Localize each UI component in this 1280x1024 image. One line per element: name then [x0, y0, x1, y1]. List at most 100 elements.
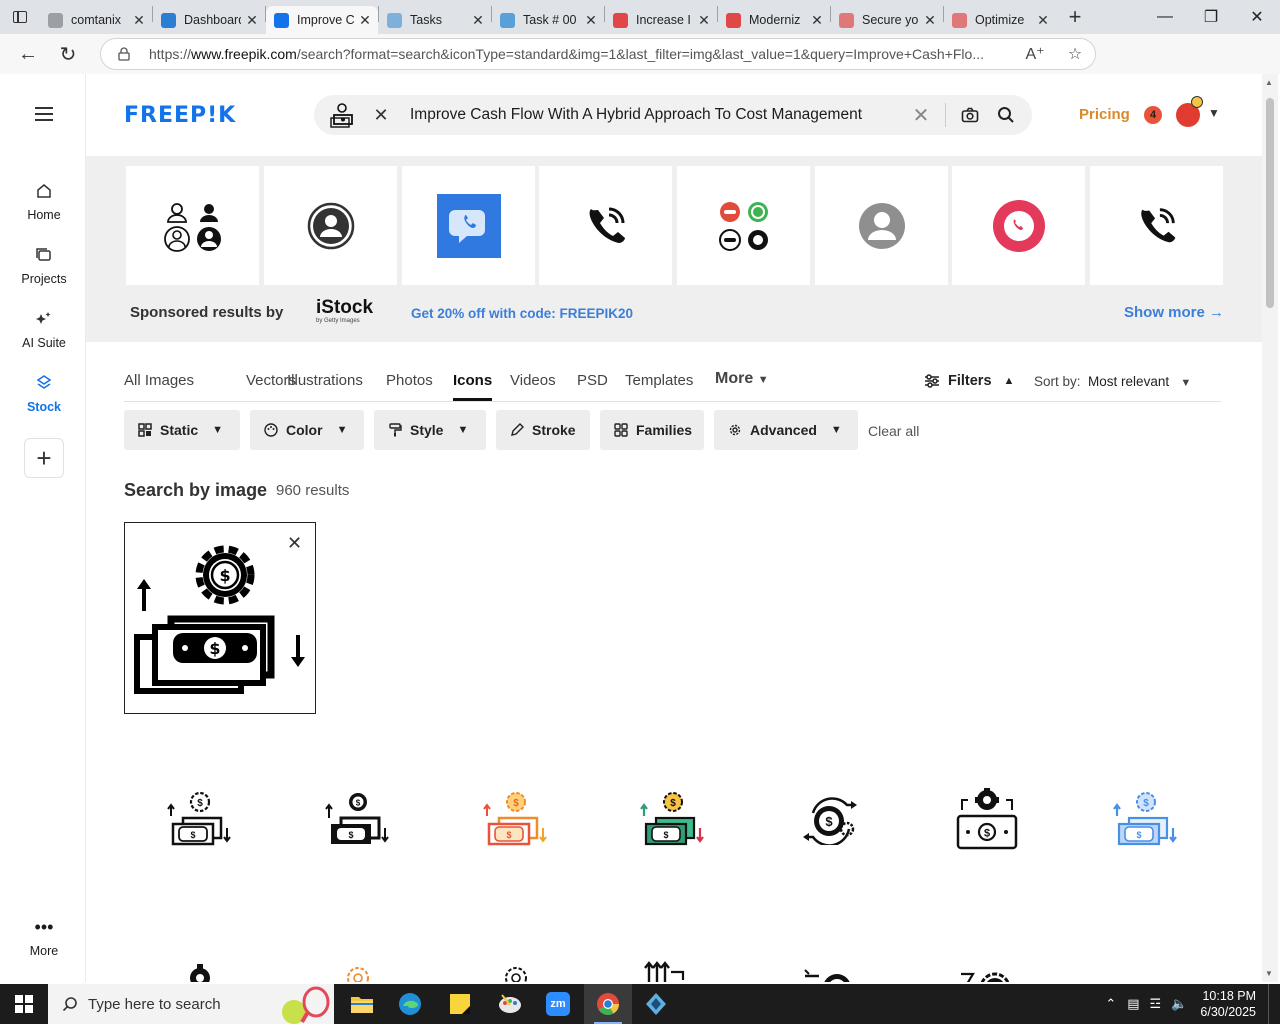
- taskbar-chrome[interactable]: [584, 984, 632, 1024]
- result-icon-card[interactable]: $ $: [623, 780, 723, 860]
- network-icon[interactable]: ▤: [1122, 996, 1144, 1012]
- tab-templates[interactable]: Templates: [625, 372, 693, 389]
- scrollbar-thumb[interactable]: [1266, 98, 1274, 308]
- sponsored-card[interactable]: [815, 166, 948, 285]
- add-button[interactable]: +: [24, 438, 64, 478]
- sponsored-card[interactable]: [539, 166, 672, 285]
- sponsored-card[interactable]: [264, 166, 397, 285]
- filter-style[interactable]: Style ▼: [374, 410, 486, 450]
- search-image-thumbnail[interactable]: [322, 99, 362, 131]
- tab-close-icon[interactable]: ✕: [358, 13, 372, 27]
- search-query-text[interactable]: Improve Cash Flow With A Hybrid Approach…: [394, 106, 903, 124]
- tab-more[interactable]: More ▼: [715, 370, 769, 388]
- tab-psd[interactable]: PSD: [577, 372, 608, 389]
- browser-tab[interactable]: Secure yo ✕: [831, 6, 943, 34]
- sponsored-card[interactable]: [677, 166, 810, 285]
- minimize-button[interactable]: —: [1142, 0, 1188, 34]
- show-more-link[interactable]: Show more →: [1124, 304, 1224, 321]
- browser-tab[interactable]: Dashboard ✕: [153, 6, 265, 34]
- sidebar-item-ai-suite[interactable]: AI Suite: [2, 308, 86, 350]
- read-aloud-icon[interactable]: A⁺: [1015, 44, 1055, 64]
- sidebar-item-stock[interactable]: Stock: [2, 372, 86, 414]
- result-icon-card[interactable]: $: [937, 942, 1037, 982]
- filter-stroke[interactable]: Stroke: [496, 410, 590, 450]
- sidebar-item-home[interactable]: Home: [2, 180, 86, 222]
- filter-advanced[interactable]: Advanced ▼: [714, 410, 858, 450]
- tab-close-icon[interactable]: ✕: [584, 13, 598, 27]
- tab-close-icon[interactable]: ✕: [810, 13, 824, 27]
- tab-close-icon[interactable]: ✕: [471, 13, 485, 27]
- pricing-link[interactable]: Pricing: [1079, 106, 1130, 123]
- taskbar-zoom[interactable]: zm: [534, 984, 582, 1024]
- tab-close-icon[interactable]: ✕: [245, 13, 259, 27]
- taskbar-file-explorer[interactable]: [338, 984, 386, 1024]
- back-button[interactable]: ←: [8, 34, 48, 74]
- sponsored-card[interactable]: [1090, 166, 1223, 285]
- sponsored-card[interactable]: [126, 166, 259, 285]
- taskbar-edge[interactable]: [386, 984, 434, 1024]
- istock-logo[interactable]: iStock: [316, 297, 373, 319]
- result-icon-card[interactable]: $ $: [466, 780, 566, 860]
- chevron-down-icon[interactable]: ▼: [1208, 106, 1220, 120]
- result-icon-card[interactable]: $: [781, 780, 881, 860]
- refresh-button[interactable]: ↻: [48, 34, 88, 74]
- close-window-button[interactable]: ✕: [1234, 0, 1280, 34]
- freepik-logo[interactable]: FREEP!K: [124, 101, 236, 129]
- notification-badge[interactable]: 4: [1144, 106, 1162, 124]
- filters-toggle-button[interactable]: Filters ▲: [924, 373, 1014, 389]
- address-bar[interactable]: https://www.freepik.com/search?format=se…: [100, 38, 1096, 70]
- browser-tab[interactable]: comtanix ✕: [40, 6, 152, 34]
- browser-tab[interactable]: Optimize ✕: [944, 6, 1056, 34]
- result-icon-card[interactable]: [308, 942, 408, 982]
- wifi-icon[interactable]: ☲: [1145, 996, 1167, 1012]
- search-icon[interactable]: [988, 106, 1024, 124]
- sidebar-item-more[interactable]: ••• More: [2, 916, 86, 959]
- result-icon-card[interactable]: $ $: [308, 780, 408, 860]
- tab-all-images[interactable]: All Images: [124, 372, 194, 389]
- workspaces-button[interactable]: [0, 0, 40, 34]
- browser-tab[interactable]: Moderniz ✕: [718, 6, 830, 34]
- result-icon-card[interactable]: [1096, 942, 1196, 982]
- result-icon-card[interactable]: $: [623, 942, 723, 982]
- result-icon-card[interactable]: $ $: [1096, 780, 1196, 860]
- result-icon-card[interactable]: $ $: [150, 780, 250, 860]
- taskbar-search[interactable]: Type here to search: [48, 984, 334, 1024]
- sort-dropdown[interactable]: Sort by: Most relevant ▼: [1034, 374, 1191, 389]
- tab-close-icon[interactable]: ✕: [132, 13, 146, 27]
- tab-videos[interactable]: Videos: [510, 372, 556, 389]
- result-icon-card[interactable]: [150, 942, 250, 982]
- tab-close-icon[interactable]: ✕: [923, 13, 937, 27]
- scroll-up-arrow[interactable]: ▲: [1265, 78, 1273, 87]
- sponsored-card[interactable]: [952, 166, 1085, 285]
- browser-tab[interactable]: Tasks ✕: [379, 6, 491, 34]
- start-button[interactable]: [0, 984, 48, 1024]
- notifications-icon[interactable]: [1268, 984, 1280, 1024]
- hamburger-menu-icon[interactable]: [35, 107, 53, 121]
- tray-chevron-up-icon[interactable]: ⌃: [1099, 996, 1122, 1012]
- camera-search-icon[interactable]: [952, 107, 988, 123]
- clear-all-link[interactable]: Clear all: [868, 423, 919, 439]
- taskbar-paint[interactable]: [486, 984, 534, 1024]
- filter-static[interactable]: Static ▼: [124, 410, 240, 450]
- favorite-star-icon[interactable]: ☆: [1055, 44, 1095, 64]
- tab-illustrations[interactable]: Illustrations: [287, 372, 363, 389]
- page-scrollbar[interactable]: ▲ ▼: [1262, 74, 1278, 982]
- new-tab-button[interactable]: +: [1056, 0, 1094, 34]
- taskbar-sticky-notes[interactable]: [436, 984, 484, 1024]
- filter-color[interactable]: Color ▼: [250, 410, 364, 450]
- browser-tab[interactable]: Task # 00 ✕: [492, 6, 604, 34]
- tab-icons[interactable]: Icons: [453, 372, 493, 401]
- close-reference-icon[interactable]: ✕: [287, 533, 302, 554]
- clear-search-icon[interactable]: ✕: [903, 103, 939, 128]
- sidebar-item-projects[interactable]: Projects: [2, 244, 86, 286]
- sponsored-card[interactable]: [402, 166, 535, 285]
- result-icon-card[interactable]: $: [781, 942, 881, 982]
- tab-photos[interactable]: Photos: [386, 372, 433, 389]
- taskbar-clock[interactable]: 10:18 PM 6/30/2025: [1192, 988, 1266, 1020]
- search-bar[interactable]: ✕ Improve Cash Flow With A Hybrid Approa…: [314, 95, 1032, 135]
- remove-image-icon[interactable]: ✕: [368, 105, 394, 126]
- taskbar-app[interactable]: [632, 984, 680, 1024]
- promo-link[interactable]: Get 20% off with code: FREEPIK20: [411, 306, 633, 321]
- tab-close-icon[interactable]: ✕: [697, 13, 711, 27]
- browser-tab[interactable]: Increase I ✕: [605, 6, 717, 34]
